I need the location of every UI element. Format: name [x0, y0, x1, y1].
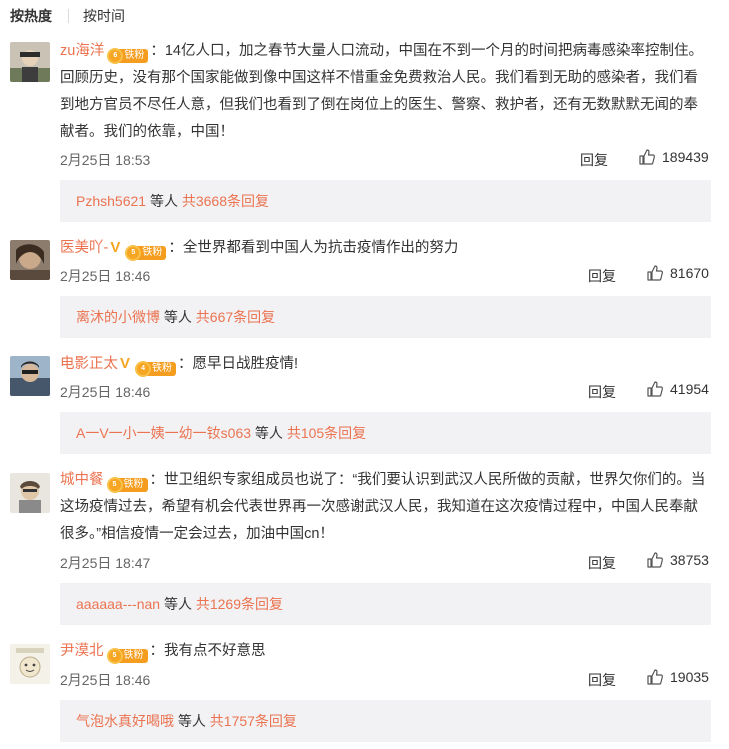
reply-summary[interactable]: 离沐的小微博 等人 共667条回复 [60, 296, 711, 338]
medal-icon: 6 [107, 47, 124, 64]
avatar[interactable] [10, 356, 50, 396]
sort-divider [68, 9, 69, 23]
reply-user-link[interactable]: aaaaaa---nan [76, 596, 160, 612]
sort-bar: 按热度 按时间 [10, 6, 125, 26]
timestamp: 2月25日 18:46 [60, 268, 151, 284]
medal-icon: 5 [106, 476, 123, 493]
thumbs-up-icon [647, 265, 663, 281]
comment-text: zu海洋 6 铁粉 ：14亿人口，加之春节大量人口流动，中国在不到一个月的时间把病毒感… [60, 38, 709, 146]
comment-meta: 2月25日 18:46 回复 81670 [60, 264, 709, 286]
reply-count-link[interactable]: 共3668条回复 [182, 193, 269, 209]
comment-text: 医美吖- V 5 铁粉 ：全世界都看到中国人为抗击疫情作出的努力 [60, 234, 709, 262]
comment-content: ：愿早日战胜疫情! [178, 356, 299, 372]
comment-content: ：全世界都看到中国人为抗击疫情作出的努力 [168, 240, 459, 256]
reply-button[interactable]: 回复 [588, 382, 616, 402]
reply-user-link[interactable]: 气泡水真好喝哦 [76, 713, 174, 729]
comment-content: ：世卫组织专家组成员也说了：“我们要认识到武汉人民所做的贡献，世界欠你们的。当这… [60, 472, 706, 542]
like-count: 81670 [670, 265, 709, 281]
timestamp: 2月25日 18:46 [60, 672, 151, 688]
comment-meta: 2月25日 18:46 回复 41954 [60, 380, 709, 402]
reply-user-link[interactable]: Pzhsh5621 [76, 193, 146, 209]
like-button[interactable]: 38753 [646, 551, 709, 569]
thumbs-up-icon [647, 381, 663, 397]
verified-v-icon: V [120, 355, 131, 372]
username-link[interactable]: zu海洋 [60, 43, 104, 59]
reply-count-link[interactable]: 共1757条回复 [210, 713, 297, 729]
medal-icon: 5 [125, 244, 142, 261]
comment-content: ：我有点不好意思 [149, 643, 266, 659]
reply-button[interactable]: 回复 [588, 266, 616, 286]
reply-button[interactable]: 回复 [588, 553, 616, 573]
reply-button[interactable]: 回复 [588, 670, 616, 690]
comment-text: 电影正太 V 4 铁粉 ：愿早日战胜疫情! [60, 350, 709, 378]
thumbs-up-icon [647, 669, 663, 685]
comment-text: 尹漠北 5 铁粉 ：我有点不好意思 [60, 638, 709, 665]
medal-icon: 4 [135, 360, 152, 377]
fan-badge[interactable]: 5 铁粉 [106, 647, 148, 664]
thumbs-up-icon [639, 149, 655, 165]
reply-user-link[interactable]: 离沐的小微博 [76, 309, 160, 325]
thumbs-up-icon [647, 552, 663, 568]
avatar[interactable] [10, 644, 50, 684]
comment-meta: 2月25日 18:47 回复 38753 [60, 551, 709, 573]
like-button[interactable]: 19035 [646, 668, 709, 686]
timestamp: 2月25日 18:46 [60, 384, 151, 400]
username-link[interactable]: 电影正太 [60, 356, 118, 372]
fan-badge[interactable]: 4 铁粉 [135, 360, 177, 377]
reply-summary[interactable]: aaaaaa---nan 等人 共1269条回复 [60, 583, 711, 625]
like-count: 41954 [670, 381, 709, 397]
sort-by-hot-tab[interactable]: 按热度 [10, 6, 52, 26]
fan-badge[interactable]: 5 铁粉 [125, 244, 167, 261]
timestamp: 2月25日 18:47 [60, 555, 151, 571]
reply-count-link[interactable]: 共105条回复 [287, 425, 366, 441]
reply-button[interactable]: 回复 [580, 150, 608, 170]
username-link[interactable]: 尹漠北 [60, 643, 104, 659]
comment-content: ：14亿人口，加之春节大量人口流动，中国在不到一个月的时间把病毒感染率控制住。回… [60, 43, 703, 140]
avatar[interactable] [10, 473, 50, 513]
verified-v-icon: V [110, 239, 121, 256]
like-button[interactable]: 81670 [646, 264, 709, 282]
medal-icon: 5 [106, 647, 123, 664]
reply-summary[interactable]: Pzhsh5621 等人 共3668条回复 [60, 180, 711, 222]
like-count: 38753 [670, 552, 709, 568]
fan-badge[interactable]: 6 铁粉 [107, 47, 149, 64]
reply-count-link[interactable]: 共667条回复 [196, 309, 275, 325]
username-link[interactable]: 医美吖- [60, 240, 108, 256]
fan-badge[interactable]: 5 铁粉 [106, 476, 148, 493]
avatar[interactable] [10, 42, 50, 82]
comment-meta: 2月25日 18:53 回复 189439 [60, 148, 709, 170]
reply-summary[interactable]: A一V一小一姨一幼一钕s063 等人 共105条回复 [60, 412, 711, 454]
comment-meta: 2月25日 18:46 回复 19035 [60, 668, 709, 690]
reply-summary[interactable]: 气泡水真好喝哦 等人 共1757条回复 [60, 700, 711, 742]
avatar[interactable] [10, 240, 50, 280]
reply-count-link[interactable]: 共1269条回复 [196, 596, 283, 612]
like-button[interactable]: 41954 [646, 380, 709, 398]
like-count: 19035 [670, 669, 709, 685]
username-link[interactable]: 城中餐 [60, 472, 104, 488]
like-button[interactable]: 189439 [638, 148, 709, 166]
reply-user-link[interactable]: A一V一小一姨一幼一钕s063 [76, 425, 251, 441]
comment-text: 城中餐 5 铁粉 ：世卫组织专家组成员也说了：“我们要认识到武汉人民所做的贡献，世界欠… [60, 467, 709, 548]
sort-by-time-tab[interactable]: 按时间 [83, 6, 125, 26]
like-count: 189439 [662, 149, 709, 165]
timestamp: 2月25日 18:53 [60, 152, 151, 168]
